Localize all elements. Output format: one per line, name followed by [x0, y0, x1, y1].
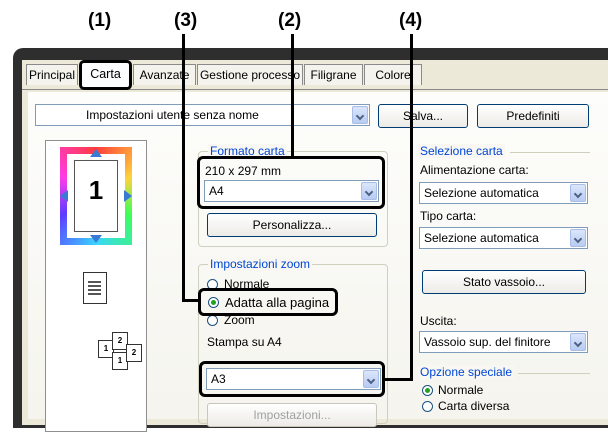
chevron-down-icon[interactable]: [570, 184, 586, 202]
callout-4: (4): [399, 10, 423, 31]
output-value: Vassoio sup. del finitore: [424, 335, 551, 349]
page-preview: 1: [60, 147, 132, 245]
fit-size-highlight: [199, 361, 385, 397]
arrow-left-icon: [60, 190, 68, 202]
tab-gestione-processo[interactable]: Gestione processo: [197, 64, 303, 85]
page-number: 1: [88, 175, 104, 205]
zoom-zoom-radio[interactable]: [207, 315, 218, 326]
tab-filigrane[interactable]: Filigrane: [304, 64, 363, 85]
paper-feed-label: Alimentazione carta:: [420, 163, 529, 177]
tab-principal[interactable]: Principal: [26, 64, 78, 85]
leader-line-2: [291, 34, 294, 157]
tab-avanzate[interactable]: Avanzate: [133, 64, 196, 85]
tab-carta[interactable]: Carta: [79, 60, 132, 90]
leader-line-4-horizontal: [384, 378, 413, 381]
multi-page-icon: 1 2 1 2: [98, 332, 148, 370]
tray-status-button[interactable]: Stato vassoio...: [422, 270, 586, 294]
document-icon: [83, 272, 107, 304]
leader-line-4-vertical: [410, 34, 413, 381]
paper-type-select[interactable]: Selezione automatica: [419, 227, 588, 249]
paper-feed-select[interactable]: Selezione automatica: [419, 182, 588, 204]
settings-select[interactable]: Impostazioni utente senza nome: [35, 104, 370, 126]
special-option-rule: [518, 373, 590, 374]
callout-2: (2): [278, 10, 302, 31]
paper-feed-value: Selezione automatica: [424, 186, 539, 200]
zoom-legend: Impostazioni zoom: [208, 257, 313, 271]
defaults-button[interactable]: Predefiniti: [477, 104, 589, 128]
callout-3: (3): [174, 10, 198, 31]
arrow-down-icon: [90, 235, 102, 243]
leader-line-3-vertical: [182, 34, 185, 302]
save-button[interactable]: Salva...: [378, 104, 468, 128]
chevron-down-icon[interactable]: [570, 229, 586, 247]
paper-selection-rule: [510, 152, 590, 153]
chevron-down-icon[interactable]: [570, 333, 586, 351]
tab-colore[interactable]: Colore: [364, 64, 422, 85]
arrow-right-icon: [124, 190, 132, 202]
special-normal-radio[interactable]: [422, 385, 433, 396]
chevron-down-icon[interactable]: [352, 106, 368, 124]
fit-to-page-highlight: [198, 288, 338, 316]
special-different-label: Carta diversa: [438, 399, 510, 413]
leader-line-3-horizontal: [182, 299, 199, 302]
paper-selection-legend: Selezione carta: [418, 144, 505, 158]
paper-type-value: Selezione automatica: [424, 231, 539, 245]
special-different-radio[interactable]: [422, 401, 433, 412]
output-label: Uscita:: [420, 314, 457, 328]
paper-type-label: Tipo carta:: [420, 209, 477, 223]
output-select[interactable]: Vassoio sup. del finitore: [419, 331, 588, 353]
zoom-settings-button[interactable]: Impostazioni...: [207, 403, 377, 427]
special-normal-label: Normale: [438, 383, 484, 397]
callout-1: (1): [88, 10, 112, 31]
settings-value: Impostazioni utente senza nome: [86, 108, 259, 122]
paper-format-highlight: [197, 156, 385, 209]
special-option-legend: Opzione speciale: [418, 365, 515, 379]
print-on-label: Stampa su A4: [207, 335, 282, 349]
arrow-up-icon: [90, 149, 102, 157]
customize-button[interactable]: Personalizza...: [207, 213, 377, 237]
